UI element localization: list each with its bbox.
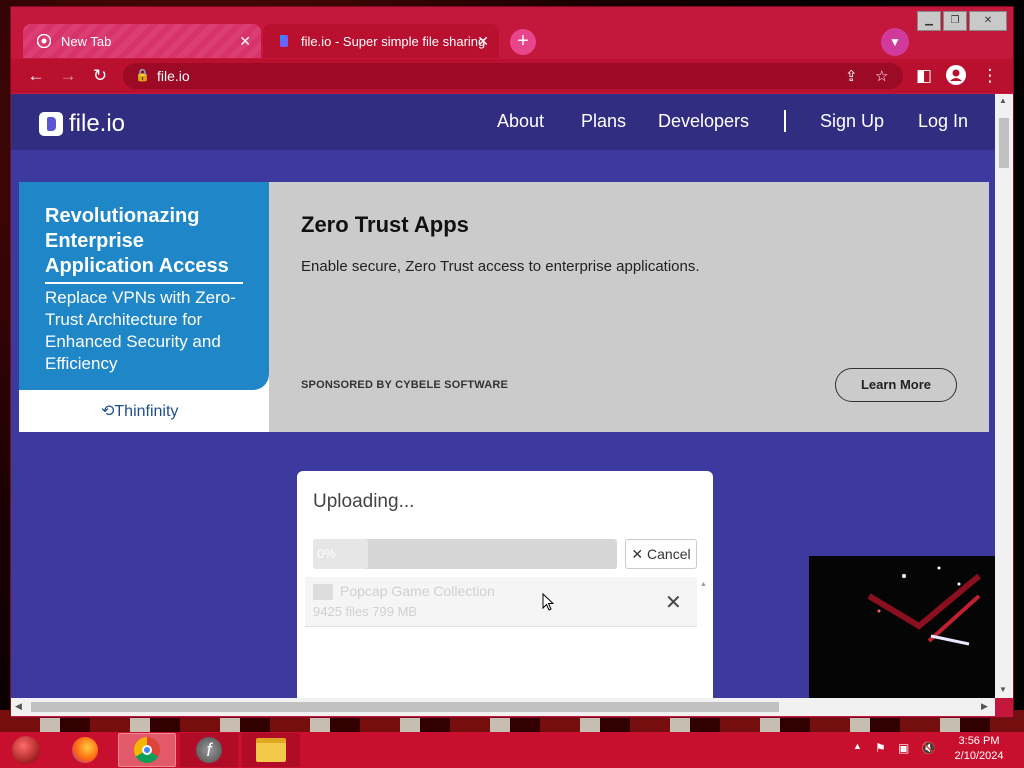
- ad-banner[interactable]: Revolutionazing Enterprise Application A…: [19, 182, 989, 432]
- chrome-icon: [37, 34, 51, 48]
- nav-log-in[interactable]: Log In: [918, 111, 968, 132]
- bookmark-star-icon[interactable]: ☆: [875, 67, 888, 85]
- upload-progress-bar: 0%: [313, 539, 617, 569]
- ad-sponsor: SPONSORED BY CYBELE SOFTWARE: [301, 379, 509, 391]
- file-name: Popcap Game Collection: [340, 583, 495, 599]
- vertical-scroll-thumb[interactable]: [999, 118, 1009, 168]
- nav-sign-up[interactable]: Sign Up: [820, 111, 884, 132]
- folder-icon: [256, 738, 286, 762]
- scroll-right-icon[interactable]: ▶: [981, 701, 988, 712]
- new-tab-button[interactable]: +: [510, 29, 536, 55]
- page-viewport: file.io About Plans Developers Sign Up L…: [11, 94, 995, 698]
- minimize-button[interactable]: ▁: [917, 11, 941, 31]
- reload-button[interactable]: ↻: [89, 65, 111, 87]
- tab-label: New Tab: [61, 33, 112, 49]
- tab-strip: New Tab ✕ file.io - Super simple file sh…: [11, 7, 1013, 59]
- cancel-label: Cancel: [647, 546, 691, 562]
- close-icon: ✕: [631, 546, 644, 562]
- system-clock[interactable]: 3:56 PM 2/10/2024: [948, 734, 1010, 764]
- learn-more-button[interactable]: Learn More: [835, 368, 957, 402]
- nav-about[interactable]: About: [497, 111, 544, 132]
- ad-image[interactable]: Revolutionazing Enterprise Application A…: [19, 182, 269, 432]
- upload-title: Uploading...: [313, 491, 415, 512]
- menu-icon[interactable]: ⋮: [979, 65, 1001, 87]
- taskbar: f ▲ ⚑ ▣ 🔇 3:56 PM 2/10/2024: [0, 732, 1024, 768]
- restore-button[interactable]: ❐: [943, 11, 967, 31]
- horizontal-scrollbar[interactable]: ◀ ▶: [11, 698, 995, 716]
- action-center-flag-icon[interactable]: ⚑: [875, 741, 886, 755]
- start-button[interactable]: [12, 736, 40, 764]
- volume-muted-icon[interactable]: 🔇: [921, 741, 936, 755]
- back-button[interactable]: ←: [25, 65, 47, 87]
- ad-description: Enable secure, Zero Trust access to ente…: [301, 258, 700, 275]
- url-text: file.io: [157, 68, 190, 84]
- scroll-left-icon[interactable]: ◀: [15, 701, 22, 712]
- vertical-scrollbar[interactable]: ▲ ▼: [995, 94, 1013, 698]
- tab-fileio[interactable]: file.io - Super simple file sharing ✕: [263, 24, 499, 58]
- cancel-button[interactable]: ✕ Cancel: [625, 539, 697, 569]
- taskbar-chrome[interactable]: [118, 733, 176, 767]
- clock-time: 3:56 PM: [958, 735, 1000, 747]
- chrome-icon: [134, 737, 160, 763]
- site-header: file.io About Plans Developers Sign Up L…: [11, 94, 995, 150]
- nav-developers[interactable]: Developers: [658, 111, 749, 132]
- taskbar-firefox[interactable]: [56, 733, 114, 767]
- close-icon[interactable]: ✕: [477, 33, 489, 50]
- ad-image-subtext: Replace VPNs with Zero-Trust Architectur…: [45, 288, 236, 373]
- scroll-down-icon[interactable]: ▼: [999, 685, 1007, 694]
- profile-avatar-icon[interactable]: [945, 65, 967, 87]
- ad-image-divider: [45, 282, 243, 284]
- site-logo[interactable]: file.io: [39, 110, 125, 138]
- show-hidden-icons-icon[interactable]: ▲: [853, 741, 862, 751]
- tab-new-tab[interactable]: New Tab ✕: [23, 24, 261, 58]
- remove-file-icon[interactable]: ✕: [665, 590, 682, 615]
- lock-icon: 🔒: [135, 68, 150, 82]
- firefox-icon: [72, 737, 98, 763]
- nav-plans[interactable]: Plans: [581, 111, 626, 132]
- forward-button[interactable]: →: [57, 65, 79, 87]
- folder-icon: [313, 584, 333, 600]
- address-bar[interactable]: 🔒 file.io ⇪ ☆: [123, 63, 903, 89]
- upload-panel: Uploading... 0% ✕ Cancel Popcap Game Col…: [297, 471, 713, 698]
- ad-image-headline: Revolutionazing Enterprise Application A…: [45, 205, 229, 277]
- fileio-logo-icon: [39, 112, 63, 136]
- browser-window: New Tab ✕ file.io - Super simple file sh…: [10, 6, 1014, 718]
- fileio-favicon: [277, 34, 291, 48]
- taskbar-flash[interactable]: f: [180, 733, 238, 767]
- file-meta: 9425 files 799 MB: [313, 604, 418, 619]
- clock-date: 2/10/2024: [954, 750, 1004, 762]
- upload-file-row: Popcap Game Collection 9425 files 799 MB…: [305, 577, 697, 627]
- network-icon[interactable]: ▣: [898, 741, 909, 755]
- upload-progress-text: 0%: [317, 546, 336, 561]
- video-overlay[interactable]: [809, 556, 995, 698]
- close-icon[interactable]: ✕: [239, 33, 251, 50]
- mouse-cursor-icon: [542, 593, 554, 611]
- thinfinity-logo-icon: ⟲: [101, 403, 115, 420]
- ad-image-brand: ⟲Thinfinity: [101, 401, 178, 421]
- nav-divider: [784, 110, 786, 132]
- close-window-button[interactable]: ✕: [969, 11, 1007, 31]
- ad-brand-name: Thinfinity: [114, 403, 179, 420]
- tab-search-button[interactable]: ▼: [881, 28, 909, 56]
- taskbar-file-explorer[interactable]: [242, 733, 300, 767]
- horizontal-scroll-thumb[interactable]: [31, 702, 779, 712]
- tab-label: file.io - Super simple file sharing: [301, 33, 486, 49]
- share-icon[interactable]: ⇪: [845, 67, 858, 85]
- browser-toolbar: ← → ↻ 🔒 file.io ⇪ ☆ ◧ ⋮: [11, 59, 1013, 93]
- scroll-up-icon[interactable]: ▲: [999, 96, 1007, 105]
- ad-title[interactable]: Zero Trust Apps: [301, 212, 469, 238]
- logo-text: file.io: [69, 110, 126, 137]
- side-panel-icon[interactable]: ◧: [913, 65, 935, 87]
- list-scroll-up-icon[interactable]: ▲: [700, 581, 707, 588]
- flash-player-icon: f: [196, 737, 222, 763]
